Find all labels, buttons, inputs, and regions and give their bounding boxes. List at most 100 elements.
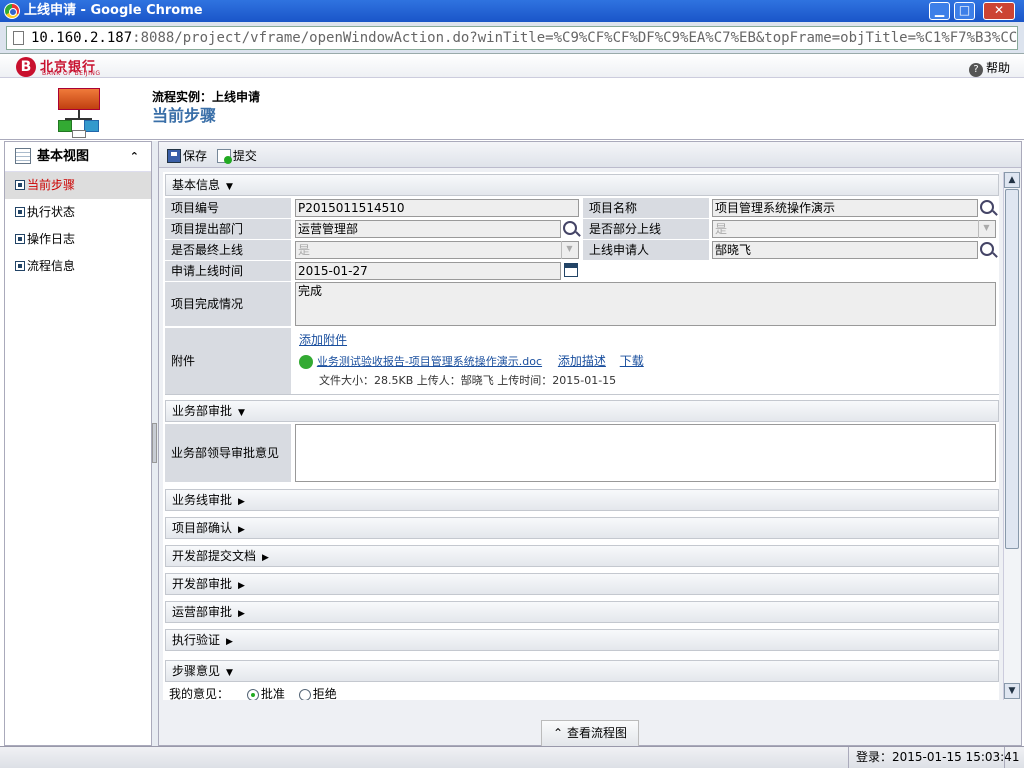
sidebar-item-label: 操作日志	[27, 232, 76, 246]
dept-label: 项目提出部门	[165, 219, 291, 239]
divider	[165, 394, 999, 395]
section-bizline-approval[interactable]: 业务线审批 ▶	[165, 489, 999, 511]
approve-label: 批准	[260, 687, 285, 700]
section-step-opinion[interactable]: 步骤意见 ▼	[165, 660, 999, 682]
page-icon	[13, 31, 24, 45]
help-icon: ?	[968, 63, 983, 77]
help-link[interactable]: ? 帮助	[968, 59, 1010, 77]
add-description-link[interactable]: 添加描述	[558, 354, 606, 368]
expand-right-icon: ▶	[238, 525, 245, 535]
status-divider	[848, 747, 849, 768]
splitter-grip[interactable]	[152, 423, 157, 463]
calendar-icon[interactable]	[564, 263, 578, 277]
bank-logo: B 北京银行 BANK OF BEIJING	[16, 57, 116, 77]
main-panel: 保存 提交 基本信息 ▼ 项目编号 P2015011514510 项目名称 项目管…	[158, 141, 1022, 746]
maximize-button[interactable]: □	[954, 2, 975, 20]
dept-field[interactable]: 运营管理部	[295, 220, 561, 238]
sidebar-item-op-log[interactable]: 操作日志	[5, 226, 151, 253]
minimize-button[interactable]: ▁	[929, 2, 950, 20]
add-attachment-link[interactable]: 添加附件	[299, 331, 347, 348]
project-name-field[interactable]: 项目管理系统操作演示	[712, 199, 978, 217]
login-time: 登录：2015-01-15 15:03:41	[856, 750, 1020, 764]
partial-select[interactable]: 是	[712, 220, 996, 238]
my-opinion-label: 我的意见：	[169, 687, 230, 700]
submit-label: 提交	[232, 148, 257, 163]
attachment-label: 附件	[165, 328, 291, 394]
section-title: 基本信息	[172, 178, 221, 192]
scroll-down-arrow[interactable]: ▼	[1004, 683, 1020, 699]
grid-icon	[15, 148, 31, 164]
close-button[interactable]: ✕	[983, 2, 1015, 20]
chevron-down-icon[interactable]: ▼	[561, 241, 577, 259]
sidebar-title: 基本视图	[37, 149, 90, 164]
project-name-label: 项目名称	[583, 198, 709, 218]
sidebar-item-label: 当前步骤	[27, 178, 76, 192]
logo-mark: B	[16, 57, 36, 77]
leader-opinion-textarea[interactable]	[295, 424, 996, 482]
scroll-thumb[interactable]	[1005, 189, 1019, 549]
form-content: 基本信息 ▼ 项目编号 P2015011514510 项目名称 项目管理系统操作演…	[163, 172, 999, 700]
section-title: 开发部提交文档	[172, 549, 257, 563]
view-flowchart-label: 查看流程图	[566, 726, 627, 740]
submit-button[interactable]: 提交	[216, 143, 257, 169]
sidebar: 基本视图 ⌃ 当前步骤 执行状态 操作日志 流程信息	[4, 141, 152, 746]
attachment-file-link[interactable]: 业务测试验收报告-项目管理系统操作演示.doc	[317, 355, 542, 368]
search-icon[interactable]	[980, 200, 994, 214]
apply-time-field[interactable]: 2015-01-27	[295, 262, 561, 280]
section-exec-verify[interactable]: 执行验证 ▶	[165, 629, 999, 651]
window-titlebar: 上线申请 - Google Chrome ▁ □ ✕	[0, 0, 1024, 22]
chevron-down-icon[interactable]: ▼	[978, 220, 994, 238]
expand-right-icon: ▶	[262, 553, 269, 563]
section-biz-approval[interactable]: 业务部审批 ▼	[165, 400, 999, 422]
applicant-field[interactable]: 郜晓飞	[712, 241, 978, 259]
final-select[interactable]: 是	[295, 241, 579, 259]
vertical-scrollbar[interactable]: ▲ ▼	[1003, 172, 1020, 700]
section-basic-info[interactable]: 基本信息 ▼	[165, 174, 999, 196]
status-bar: 登录：2015-01-15 15:03:41	[0, 746, 1024, 768]
scroll-up-arrow[interactable]: ▲	[1004, 172, 1020, 188]
section-title: 业务线审批	[172, 493, 233, 507]
expand-down-icon: ▼	[226, 182, 233, 192]
save-button[interactable]: 保存	[167, 143, 207, 169]
view-flowchart-button[interactable]: ⌃ 查看流程图	[541, 720, 639, 746]
flowchart-icon	[57, 88, 101, 138]
sidebar-item-current-step[interactable]: 当前步骤	[5, 172, 151, 199]
completion-field[interactable]: 完成	[295, 282, 996, 326]
expand-down-icon: ▼	[238, 408, 245, 418]
download-link[interactable]: 下载	[620, 354, 644, 368]
search-icon[interactable]	[980, 242, 994, 256]
attachment-row: 业务测试验收报告-项目管理系统操作演示.doc 添加描述 下载	[299, 352, 644, 369]
reject-radio[interactable]: 拒绝	[298, 687, 337, 700]
section-title: 业务部审批	[172, 404, 233, 418]
attachment-area: 添加附件 业务测试验收报告-项目管理系统操作演示.doc 添加描述 下载 文件大…	[295, 328, 996, 394]
submit-icon	[216, 149, 232, 164]
project-no-label: 项目编号	[165, 198, 291, 218]
attachment-meta: 文件大小：28.5KB 上传人：郜晓飞 上传时间：2015-01-15	[319, 374, 617, 387]
status-divider	[1004, 747, 1005, 768]
collapse-icon[interactable]: ⌃	[130, 142, 139, 172]
project-no-field[interactable]: P2015011514510	[295, 199, 579, 217]
section-title: 运营部审批	[172, 605, 233, 619]
save-label: 保存	[183, 148, 208, 163]
bullet-icon	[15, 207, 25, 217]
completion-label: 项目完成情况	[165, 282, 291, 326]
url-field[interactable]: 10.160.2.187:8088/project/vframe/openWin…	[6, 26, 1018, 50]
reject-label: 拒绝	[312, 687, 337, 700]
address-bar: 10.160.2.187:8088/project/vframe/openWin…	[0, 22, 1024, 54]
section-dev-approval[interactable]: 开发部审批 ▶	[165, 573, 999, 595]
sidebar-item-label: 流程信息	[27, 259, 76, 273]
section-title: 开发部审批	[172, 577, 233, 591]
logo-en: BANK OF BEIJING	[42, 70, 101, 77]
section-project-confirm[interactable]: 项目部确认 ▶	[165, 517, 999, 539]
sidebar-item-flow-info[interactable]: 流程信息	[5, 253, 151, 280]
expand-right-icon: ▶	[238, 581, 245, 591]
toolbar: 保存 提交	[159, 142, 1021, 168]
search-icon[interactable]	[563, 221, 577, 235]
approve-radio[interactable]: 批准	[246, 687, 285, 700]
partial-label: 是否部分上线	[583, 219, 709, 239]
section-title: 步骤意见	[172, 664, 221, 678]
section-ops-approval[interactable]: 运营部审批 ▶	[165, 601, 999, 623]
section-dev-submit-docs[interactable]: 开发部提交文档 ▶	[165, 545, 999, 567]
section-title: 项目部确认	[172, 521, 233, 535]
sidebar-item-exec-status[interactable]: 执行状态	[5, 199, 151, 226]
